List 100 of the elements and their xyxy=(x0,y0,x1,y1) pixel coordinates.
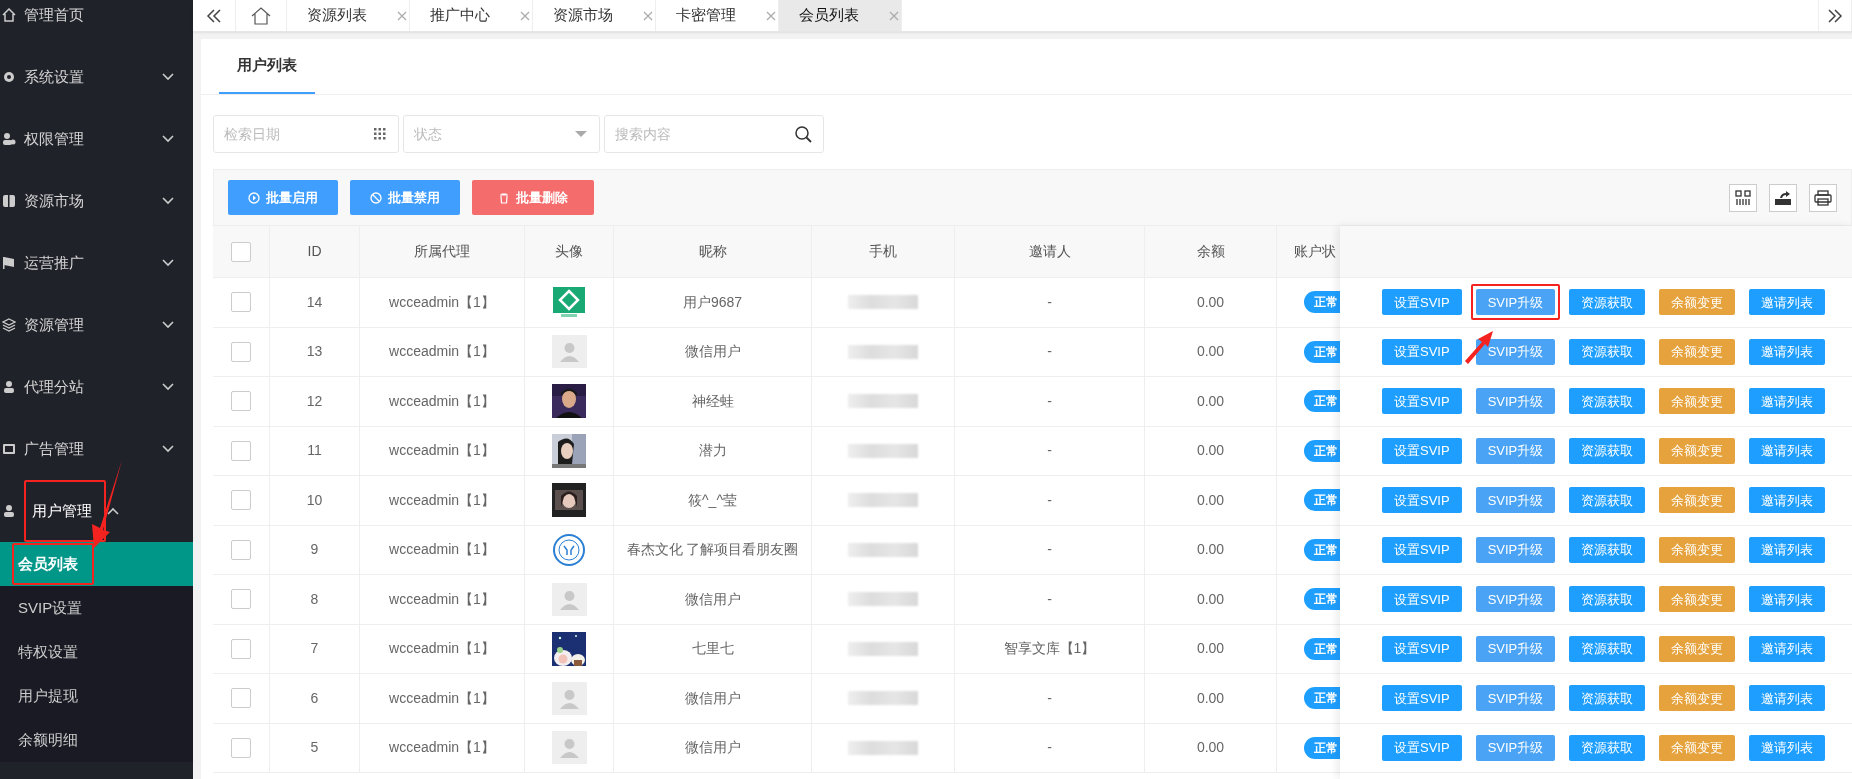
action-button[interactable]: SVIP升级 xyxy=(1475,734,1556,761)
action-button[interactable]: 设置SVIP xyxy=(1382,586,1462,613)
action-button[interactable]: 设置SVIP xyxy=(1382,536,1462,563)
action-button[interactable]: 邀请列表 xyxy=(1749,734,1826,761)
submenu-item[interactable]: SVIP设置 xyxy=(0,586,193,630)
action-button[interactable]: 资源获取 xyxy=(1569,635,1646,662)
export-button[interactable] xyxy=(1769,183,1797,212)
action-button[interactable]: 邀请列表 xyxy=(1749,289,1826,316)
action-button[interactable]: SVIP升级 xyxy=(1475,338,1556,365)
chevron-down-icon[interactable] xyxy=(161,72,175,82)
search-icon[interactable] xyxy=(794,125,812,143)
select-all-checkbox[interactable] xyxy=(231,241,251,262)
action-button[interactable]: 余额变更 xyxy=(1659,487,1736,514)
print-button[interactable] xyxy=(1809,183,1837,212)
page-tab[interactable]: 资源市场 xyxy=(533,0,656,31)
action-button[interactable]: 余额变更 xyxy=(1659,289,1736,316)
row-checkbox[interactable] xyxy=(231,688,251,709)
action-button[interactable]: 余额变更 xyxy=(1659,338,1736,365)
row-checkbox[interactable] xyxy=(231,341,251,362)
sidebar-item[interactable]: 运营推广 xyxy=(24,247,161,279)
sidebar-item[interactable]: 资源管理 xyxy=(24,309,161,341)
action-button[interactable]: SVIP升级 xyxy=(1475,289,1556,316)
action-button[interactable]: 邀请列表 xyxy=(1749,586,1826,613)
chevron-down-icon[interactable] xyxy=(161,444,175,454)
action-button[interactable]: SVIP升级 xyxy=(1475,487,1556,514)
action-button[interactable]: SVIP升级 xyxy=(1475,586,1556,613)
action-button[interactable]: 余额变更 xyxy=(1659,635,1736,662)
action-button[interactable]: 资源获取 xyxy=(1569,437,1646,464)
close-icon[interactable] xyxy=(766,10,776,21)
card-tab[interactable]: 用户列表 xyxy=(219,53,315,94)
bulk-disable-button[interactable]: 批量禁用 xyxy=(350,180,460,215)
sidebar-item[interactable]: 权限管理 xyxy=(24,123,161,155)
page-tab[interactable]: 资源列表 xyxy=(287,0,410,31)
action-button[interactable]: 邀请列表 xyxy=(1749,536,1826,563)
action-button[interactable]: SVIP升级 xyxy=(1475,437,1556,464)
action-button[interactable]: 设置SVIP xyxy=(1382,289,1462,316)
chevron-up-icon[interactable] xyxy=(106,506,120,516)
action-button[interactable]: 资源获取 xyxy=(1569,685,1646,712)
sidebar-item[interactable]: 管理首页 xyxy=(24,0,175,31)
submenu-item[interactable]: 用户提现 xyxy=(0,674,193,718)
action-button[interactable]: 邀请列表 xyxy=(1749,388,1826,415)
row-checkbox[interactable] xyxy=(231,391,251,412)
close-icon[interactable] xyxy=(889,10,899,21)
action-button[interactable]: 邀请列表 xyxy=(1749,635,1826,662)
calendar-icon[interactable] xyxy=(373,127,387,141)
columns-button[interactable] xyxy=(1729,183,1757,212)
action-button[interactable]: 邀请列表 xyxy=(1749,437,1826,464)
action-button[interactable]: 资源获取 xyxy=(1569,289,1646,316)
chevron-down-icon[interactable] xyxy=(161,320,175,330)
chevron-down-icon[interactable] xyxy=(161,382,175,392)
submenu-item[interactable]: 会员列表 xyxy=(12,542,94,586)
chevron-down-icon[interactable] xyxy=(161,258,175,268)
action-button[interactable]: 邀请列表 xyxy=(1749,685,1826,712)
sidebar-item[interactable]: 系统设置 xyxy=(24,61,161,93)
action-button[interactable]: SVIP升级 xyxy=(1475,388,1556,415)
date-field[interactable]: 检索日期 xyxy=(213,115,399,153)
row-checkbox[interactable] xyxy=(231,440,251,461)
row-checkbox[interactable] xyxy=(231,539,251,560)
action-button[interactable]: 设置SVIP xyxy=(1382,487,1462,514)
status-select[interactable]: 状态 xyxy=(403,115,600,153)
sidebar-item[interactable]: 资源市场 xyxy=(24,185,161,217)
action-button[interactable]: 余额变更 xyxy=(1659,734,1736,761)
action-button[interactable]: 资源获取 xyxy=(1569,586,1646,613)
submenu-item[interactable]: 余额明细 xyxy=(0,718,193,762)
action-button[interactable]: 邀请列表 xyxy=(1749,338,1826,365)
home-icon[interactable] xyxy=(251,6,271,25)
action-button[interactable]: 设置SVIP xyxy=(1382,437,1462,464)
sidebar-item[interactable]: 代理分站 xyxy=(24,371,161,403)
chevron-down-icon[interactable] xyxy=(161,134,175,144)
action-button[interactable]: 设置SVIP xyxy=(1382,338,1462,365)
row-checkbox[interactable] xyxy=(231,638,251,659)
action-button[interactable]: 资源获取 xyxy=(1569,388,1646,415)
action-button[interactable]: 余额变更 xyxy=(1659,586,1736,613)
action-button[interactable]: 资源获取 xyxy=(1569,734,1646,761)
action-button[interactable]: 资源获取 xyxy=(1569,338,1646,365)
action-button[interactable]: 设置SVIP xyxy=(1382,388,1462,415)
row-checkbox[interactable] xyxy=(231,737,251,758)
search-field[interactable]: 搜索内容 xyxy=(604,115,824,153)
action-button[interactable]: 余额变更 xyxy=(1659,388,1736,415)
bulk-enable-button[interactable]: 批量启用 xyxy=(228,180,338,215)
double-chevron-right-icon[interactable] xyxy=(1827,8,1843,23)
close-icon[interactable] xyxy=(520,10,530,21)
bulk-delete-button[interactable]: 批量删除 xyxy=(472,180,594,215)
action-button[interactable]: 设置SVIP xyxy=(1382,734,1462,761)
action-button[interactable]: SVIP升级 xyxy=(1475,685,1556,712)
chevron-down-icon[interactable] xyxy=(161,196,175,206)
page-tab[interactable]: 会员列表 xyxy=(779,0,902,31)
row-checkbox[interactable] xyxy=(231,292,251,313)
action-button[interactable]: SVIP升级 xyxy=(1475,635,1556,662)
sidebar-item[interactable]: 广告管理 xyxy=(24,433,161,465)
action-button[interactable]: 邀请列表 xyxy=(1749,487,1826,514)
action-button[interactable]: 余额变更 xyxy=(1659,685,1736,712)
action-button[interactable]: 设置SVIP xyxy=(1382,635,1462,662)
submenu-item[interactable]: 特权设置 xyxy=(0,630,193,674)
action-button[interactable]: 余额变更 xyxy=(1659,536,1736,563)
action-button[interactable]: SVIP升级 xyxy=(1475,536,1556,563)
action-button[interactable]: 资源获取 xyxy=(1569,487,1646,514)
action-button[interactable]: 设置SVIP xyxy=(1382,685,1462,712)
page-tab[interactable]: 推广中心 xyxy=(410,0,533,31)
row-checkbox[interactable] xyxy=(231,490,251,511)
